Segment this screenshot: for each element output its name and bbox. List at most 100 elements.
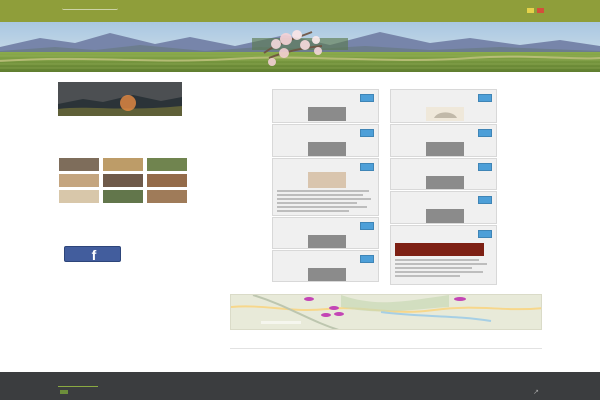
listing-card-text-line [395, 259, 479, 261]
weather-high [110, 225, 122, 229]
external-link-icon[interactable]: ↗ [532, 389, 540, 397]
photo-thumbnail[interactable] [103, 158, 143, 171]
map-title [289, 288, 335, 292]
listing-card-title [395, 128, 457, 141]
nav-item-4[interactable] [252, 6, 277, 15]
listing-card[interactable] [390, 191, 497, 224]
top-navigation-bar [0, 0, 600, 22]
photo-thumbnail[interactable] [147, 190, 187, 203]
language-flag-icon[interactable] [527, 8, 534, 13]
listing-image [308, 172, 346, 188]
listing-badge-icon [360, 163, 374, 171]
facebook-icon: f [91, 247, 97, 262]
photo-thumbnail[interactable] [147, 158, 187, 171]
nav-item-6[interactable] [311, 6, 340, 15]
listing-image [426, 107, 464, 121]
listing-image [308, 235, 346, 248]
language-flag-icon[interactable] [537, 8, 544, 13]
footer-logo-text [58, 379, 98, 386]
weather-condition [142, 235, 154, 239]
listing-card-text-line [395, 271, 483, 273]
stone-image-icon [426, 107, 464, 121]
weather-day [94, 218, 106, 222]
listing-card-text-line [395, 263, 487, 265]
listing-card-text-line [277, 194, 363, 196]
footer-logo[interactable] [58, 379, 98, 387]
listing-card[interactable] [390, 158, 497, 190]
photo-thumbnail[interactable] [59, 174, 99, 187]
footer-link[interactable] [60, 390, 68, 394]
nav-item-8[interactable] [425, 6, 453, 15]
listing-card-text-line [277, 190, 369, 192]
listing-image [426, 209, 464, 223]
weather-low [142, 230, 154, 234]
weather-day [110, 218, 122, 222]
sidebar-banner [58, 82, 182, 116]
listing-card-text-line [277, 202, 357, 204]
listing-image [308, 107, 346, 121]
listing-card-title [277, 93, 339, 106]
site-logo[interactable] [62, 1, 118, 19]
nav-item-9[interactable] [454, 6, 474, 15]
listing-card-text-line [395, 267, 472, 269]
listing-badge-icon [360, 222, 374, 230]
listing-badge-icon [478, 196, 492, 204]
nav-item-3[interactable] [203, 6, 241, 15]
listing-card[interactable] [272, 250, 379, 282]
listing-card-text-line [277, 198, 371, 200]
main-content [230, 80, 543, 286]
weather-condition [110, 235, 122, 239]
weather-low [158, 230, 170, 234]
weather-day [62, 218, 74, 222]
photo-thumbnail[interactable] [103, 174, 143, 187]
listing-card[interactable] [272, 217, 379, 249]
nav-item-10[interactable] [483, 6, 517, 15]
photo-thumbnail[interactable] [103, 190, 143, 203]
map-icon [231, 295, 541, 329]
listing-card[interactable] [272, 124, 379, 157]
logo-mark-icon [62, 1, 118, 10]
sidebar-banner-title [58, 86, 182, 98]
nav-item-1[interactable] [113, 6, 134, 15]
listing-image [308, 268, 346, 281]
blossom-branch-icon [263, 30, 323, 66]
listing-image [426, 142, 464, 156]
page: f ↗ [0, 0, 600, 400]
listing-card[interactable] [390, 124, 497, 157]
nav-item-5[interactable] [284, 6, 307, 15]
weather-day [78, 218, 90, 222]
blossom-branch-icon [528, 22, 600, 72]
weather-condition [126, 235, 138, 239]
listing-image [308, 142, 346, 156]
listing-card-title [395, 162, 457, 175]
weather-condition [158, 235, 170, 239]
listing-card[interactable] [272, 158, 379, 216]
listing-image [395, 243, 484, 256]
other-info-line [58, 235, 100, 239]
listing-card-title [395, 195, 457, 208]
listing-image [426, 176, 464, 189]
listing-card-text-line [277, 210, 349, 212]
nav-item-2[interactable] [143, 6, 189, 15]
nav-item-7[interactable] [341, 6, 388, 15]
photo-thumbnail[interactable] [59, 158, 99, 171]
listing-badge-icon [478, 94, 492, 102]
listing-card[interactable] [272, 89, 379, 123]
listing-badge-icon [478, 129, 492, 137]
listing-card[interactable] [390, 89, 497, 123]
listing-card-title [277, 221, 339, 234]
sidebar: f [58, 82, 201, 264]
weather-high [78, 225, 90, 229]
listing-badge-icon [360, 129, 374, 137]
weather-high [94, 225, 106, 229]
listing-card-title [277, 254, 339, 267]
map-widget[interactable] [230, 294, 542, 330]
listing-card[interactable] [390, 225, 497, 285]
listing-card-text-line [277, 206, 367, 208]
weather-day [126, 218, 138, 222]
photo-thumbnail[interactable] [147, 174, 187, 187]
facebook-button[interactable]: f [64, 246, 121, 262]
content-divider [230, 348, 542, 349]
photo-thumbnail[interactable] [59, 190, 99, 203]
logo-text [70, 10, 94, 17]
